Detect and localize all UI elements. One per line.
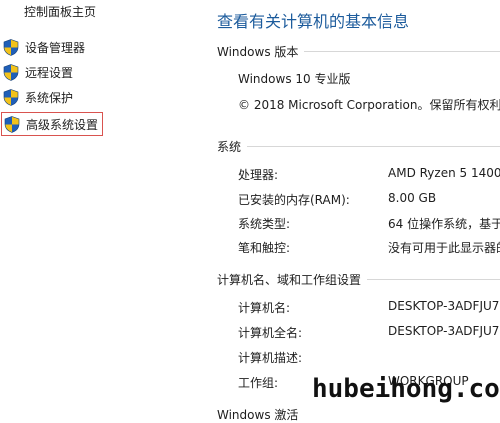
computer-name-label: 计算机名: (238, 301, 291, 315)
left-pane: 控制面板主页 设备管理器 远程设置 系统保护 高级系统设置 (0, 0, 205, 414)
sidebar-item-system-protection[interactable]: 系统保护 (3, 87, 73, 107)
sidebar-item-device-manager[interactable]: 设备管理器 (3, 37, 85, 57)
windows-activation-heading: Windows 激活 (217, 408, 299, 422)
section-windows-edition: Windows 版本 (217, 43, 500, 59)
sidebar-item-label: 设备管理器 (25, 40, 86, 55)
workgroup-label: 工作组: (238, 376, 279, 390)
computer-name-value: DESKTOP-3ADFJU7 (388, 299, 500, 313)
processor-label: 处理器: (238, 168, 279, 182)
ram-label: 已安装的内存(RAM): (238, 193, 350, 207)
section-heading: Windows 版本 (217, 44, 299, 59)
watermark-text: hubeihong.com (312, 374, 500, 404)
section-heading: 系统 (217, 139, 242, 154)
page-title: 查看有关计算机的基本信息 (217, 12, 410, 31)
ram-value: 8.00 GB (388, 191, 437, 205)
uac-shield-icon (4, 115, 20, 133)
uac-shield-icon (3, 63, 19, 81)
uac-shield-icon (3, 38, 19, 56)
full-computer-name-label: 计算机全名: (238, 326, 303, 340)
full-computer-name-value: DESKTOP-3ADFJU7 (388, 324, 500, 338)
pen-touch-value: 没有可用于此显示器的 (388, 241, 500, 255)
computer-description-label: 计算机描述: (238, 351, 303, 365)
section-system: 系统 (217, 138, 500, 154)
section-divider (367, 278, 500, 280)
sidebar-item-advanced-system-settings[interactable]: 高级系统设置 (1, 112, 103, 136)
sidebar-item-remote-settings[interactable]: 远程设置 (3, 62, 73, 82)
section-divider (304, 50, 500, 52)
sidebar-item-label: 高级系统设置 (26, 117, 99, 132)
sidebar-item-label: 远程设置 (25, 65, 74, 80)
processor-value: AMD Ryzen 5 1400 (388, 166, 500, 180)
section-computer-name: 计算机名、域和工作组设置 (217, 271, 500, 287)
windows-edition-name: Windows 10 专业版 (238, 72, 351, 86)
uac-shield-icon (3, 88, 19, 106)
copyright-text: © 2018 Microsoft Corporation。保留所有权利 (238, 98, 500, 112)
pen-touch-label: 笔和触控: (238, 241, 291, 255)
section-divider (247, 145, 500, 147)
sidebar-item-label: 系统保护 (25, 90, 74, 105)
system-type-value: 64 位操作系统，基于 (388, 217, 500, 231)
section-heading: 计算机名、域和工作组设置 (217, 272, 362, 287)
system-type-label: 系统类型: (238, 217, 291, 231)
control-panel-home-link[interactable]: 控制面板主页 (24, 3, 96, 20)
